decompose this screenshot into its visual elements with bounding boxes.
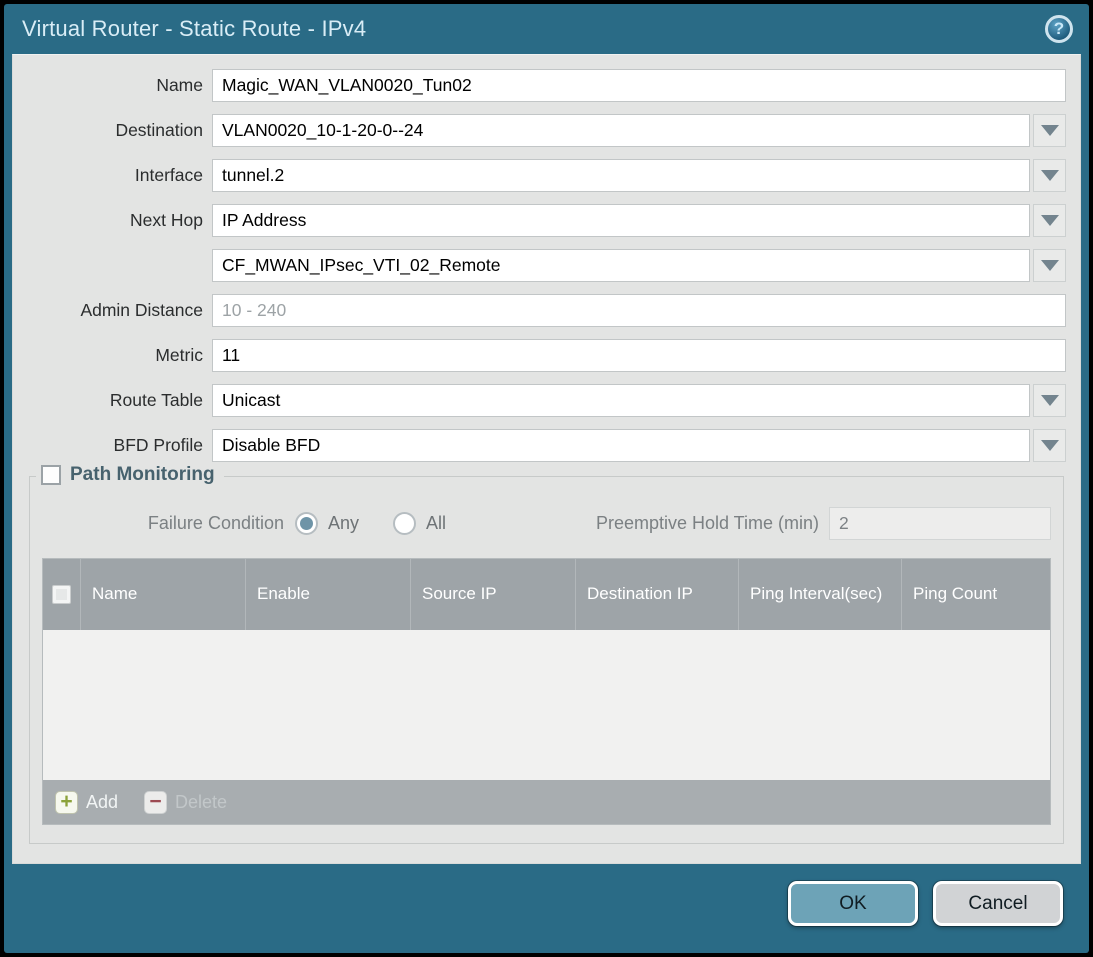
path-monitoring-title: Path Monitoring <box>70 464 215 486</box>
destination-input[interactable] <box>212 114 1030 147</box>
chevron-down-icon <box>1041 170 1059 181</box>
path-monitoring-legend: Path Monitoring <box>36 464 224 486</box>
delete-button[interactable]: − Delete <box>144 791 227 814</box>
metric-input[interactable] <box>212 339 1066 372</box>
column-header-destination-ip: Destination IP <box>575 559 738 630</box>
next-hop-type-input[interactable] <box>212 204 1030 237</box>
next-hop-address-input[interactable] <box>212 249 1030 282</box>
route-table-dropdown-button[interactable] <box>1033 384 1066 417</box>
ok-button[interactable]: OK <box>788 881 918 926</box>
form-row-name: Name <box>13 69 1066 102</box>
path-monitoring-table: Name Enable Source IP Destination IP Pin… <box>42 558 1051 825</box>
form-row-metric: Metric <box>13 339 1066 372</box>
plus-icon: + <box>55 791 78 814</box>
failure-condition-radio-group: Any All <box>295 512 480 535</box>
form-row-next-hop-address <box>13 249 1066 282</box>
route-table-input[interactable] <box>212 384 1030 417</box>
form-row-destination: Destination <box>13 114 1066 147</box>
interface-label: Interface <box>13 165 212 186</box>
minus-icon: − <box>144 791 167 814</box>
column-header-name: Name <box>80 559 245 630</box>
add-button-label: Add <box>86 792 118 813</box>
bfd-profile-dropdown-button[interactable] <box>1033 429 1066 462</box>
table-header-select-cell <box>43 559 80 630</box>
add-button[interactable]: + Add <box>55 791 118 814</box>
chevron-down-icon <box>1041 440 1059 451</box>
path-monitoring-group: Path Monitoring Failure Condition Any Al… <box>29 476 1064 844</box>
dialog-titlebar: Virtual Router - Static Route - IPv4 ? <box>4 4 1089 54</box>
next-hop-address-dropdown-button[interactable] <box>1033 249 1066 282</box>
column-header-ping-count: Ping Count <box>901 559 1050 630</box>
next-hop-type-dropdown-button[interactable] <box>1033 204 1066 237</box>
interface-dropdown-button[interactable] <box>1033 159 1066 192</box>
name-input[interactable] <box>212 69 1066 102</box>
chevron-down-icon <box>1041 215 1059 226</box>
chevron-down-icon <box>1041 125 1059 136</box>
bfd-profile-input[interactable] <box>212 429 1030 462</box>
chevron-down-icon <box>1041 395 1059 406</box>
admin-distance-input[interactable] <box>212 294 1066 327</box>
failure-condition-label: Failure Condition <box>42 513 295 534</box>
form-row-interface: Interface <box>13 159 1066 192</box>
destination-dropdown-button[interactable] <box>1033 114 1066 147</box>
failure-condition-any-radio[interactable] <box>295 512 318 535</box>
select-all-checkbox[interactable] <box>52 585 71 604</box>
failure-condition-all-label: All <box>426 513 446 534</box>
table-toolbar: + Add − Delete <box>43 780 1050 824</box>
failure-condition-row: Failure Condition Any All Preemptive Hol… <box>42 507 1051 540</box>
column-header-source-ip: Source IP <box>410 559 575 630</box>
interface-input[interactable] <box>212 159 1030 192</box>
destination-label: Destination <box>13 120 212 141</box>
chevron-down-icon <box>1041 260 1059 271</box>
name-label: Name <box>13 75 212 96</box>
failure-condition-all-radio[interactable] <box>393 512 416 535</box>
dialog-content: Name Destination Interface Next Hop <box>12 54 1081 864</box>
table-body-empty <box>43 630 1050 780</box>
help-icon[interactable]: ? <box>1045 15 1073 43</box>
failure-condition-any-label: Any <box>328 513 359 534</box>
metric-label: Metric <box>13 345 212 366</box>
route-table-label: Route Table <box>13 390 212 411</box>
form-row-next-hop: Next Hop <box>13 204 1066 237</box>
table-header-row: Name Enable Source IP Destination IP Pin… <box>43 559 1050 630</box>
column-header-ping-interval: Ping Interval(sec) <box>738 559 901 630</box>
delete-button-label: Delete <box>175 792 227 813</box>
preemptive-hold-time-label: Preemptive Hold Time (min) <box>480 513 829 534</box>
bfd-profile-label: BFD Profile <box>13 435 212 456</box>
form-row-admin-distance: Admin Distance <box>13 294 1066 327</box>
dialog-footer: OK Cancel <box>4 864 1089 953</box>
static-route-dialog: Virtual Router - Static Route - IPv4 ? N… <box>4 4 1089 953</box>
path-monitoring-checkbox[interactable] <box>41 465 61 485</box>
preemptive-hold-time-input[interactable] <box>829 507 1051 540</box>
form-row-route-table: Route Table <box>13 384 1066 417</box>
cancel-button[interactable]: Cancel <box>933 881 1063 926</box>
admin-distance-label: Admin Distance <box>13 300 212 321</box>
next-hop-label: Next Hop <box>13 210 212 231</box>
column-header-enable: Enable <box>245 559 410 630</box>
form-row-bfd-profile: BFD Profile <box>13 429 1066 462</box>
dialog-title: Virtual Router - Static Route - IPv4 <box>22 16 1045 42</box>
